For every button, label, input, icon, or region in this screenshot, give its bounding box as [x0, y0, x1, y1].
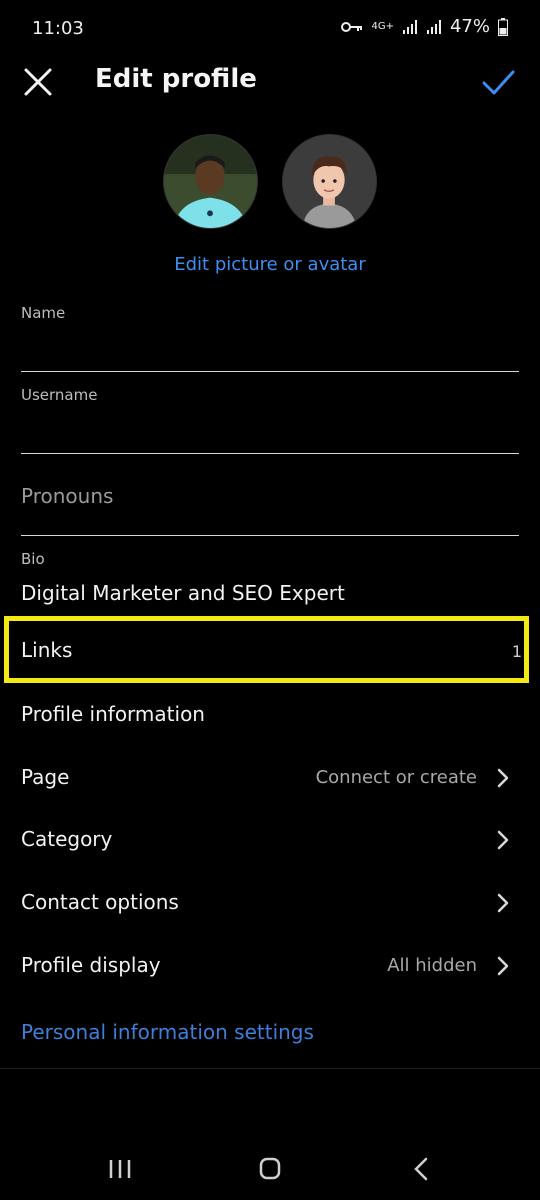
bio-input[interactable]: Digital Marketer and SEO Expert: [21, 581, 345, 605]
personal-information-settings-link[interactable]: Personal information settings: [21, 1020, 314, 1044]
vpn-key-icon: [341, 20, 363, 34]
name-field[interactable]: Name: [21, 300, 519, 372]
bio-label: Bio: [21, 550, 45, 568]
chevron-right-icon: [497, 956, 509, 976]
name-label: Name: [21, 304, 66, 322]
battery-percent: 47%: [449, 16, 490, 37]
menu-item-label: Page: [21, 765, 70, 789]
status-time: 11:03: [32, 18, 84, 39]
home-button[interactable]: [250, 1154, 290, 1184]
menu-item-category[interactable]: Category: [21, 821, 519, 861]
username-label: Username: [21, 386, 98, 404]
edit-picture-link[interactable]: Edit picture or avatar: [0, 254, 540, 275]
profile-photo-image: [164, 135, 257, 228]
username-field[interactable]: Username: [21, 382, 519, 454]
network-type-label: 4G+: [371, 21, 394, 32]
close-icon: [24, 68, 52, 96]
back-icon: [414, 1157, 428, 1181]
menu-item-label: Category: [21, 827, 113, 851]
menu-item-label: Profile display: [21, 953, 161, 977]
status-bar: 11:03 4G+ 47%: [0, 0, 540, 56]
page-title: Edit profile: [95, 64, 257, 94]
close-button[interactable]: [18, 62, 58, 102]
signal-icon-2: [426, 19, 442, 35]
menu-item-profile-display[interactable]: Profile display All hidden: [21, 947, 519, 987]
links-count: 1: [511, 642, 522, 661]
signal-icon: [402, 19, 418, 35]
pronouns-field[interactable]: Pronouns: [21, 470, 519, 536]
save-button[interactable]: [478, 62, 518, 102]
divider: [0, 1068, 540, 1069]
system-nav-bar: [0, 1140, 540, 1200]
back-button[interactable]: [400, 1154, 440, 1184]
menu-item-page[interactable]: Page Connect or create: [21, 759, 519, 799]
profile-photo[interactable]: [163, 134, 258, 229]
avatar-row: [0, 134, 540, 230]
chevron-right-icon: [497, 768, 509, 788]
menu-item-label: Contact options: [21, 890, 179, 914]
recent-apps-button[interactable]: [100, 1154, 140, 1184]
links-label: Links: [21, 638, 73, 662]
home-icon: [259, 1157, 281, 1180]
status-icons: 4G+ 47%: [341, 16, 508, 37]
menu-item-value: All hidden: [387, 955, 477, 976]
recent-apps-icon: [109, 1160, 131, 1178]
menu-item-contact-options[interactable]: Contact options: [21, 884, 519, 924]
chevron-right-icon: [497, 893, 509, 913]
app-bar: Edit profile: [0, 56, 540, 108]
menu-item-label: Profile information: [21, 702, 205, 726]
avatar-memoji[interactable]: [282, 134, 377, 229]
battery-icon: [498, 17, 508, 36]
avatar-memoji-image: [283, 135, 376, 228]
pronouns-input[interactable]: Pronouns: [21, 484, 113, 508]
menu-item-value: Connect or create: [315, 767, 477, 788]
links-row[interactable]: Links 1: [4, 616, 529, 683]
chevron-right-icon: [497, 830, 509, 850]
checkmark-icon: [482, 70, 515, 95]
menu-item-profile-information[interactable]: Profile information: [21, 696, 519, 736]
